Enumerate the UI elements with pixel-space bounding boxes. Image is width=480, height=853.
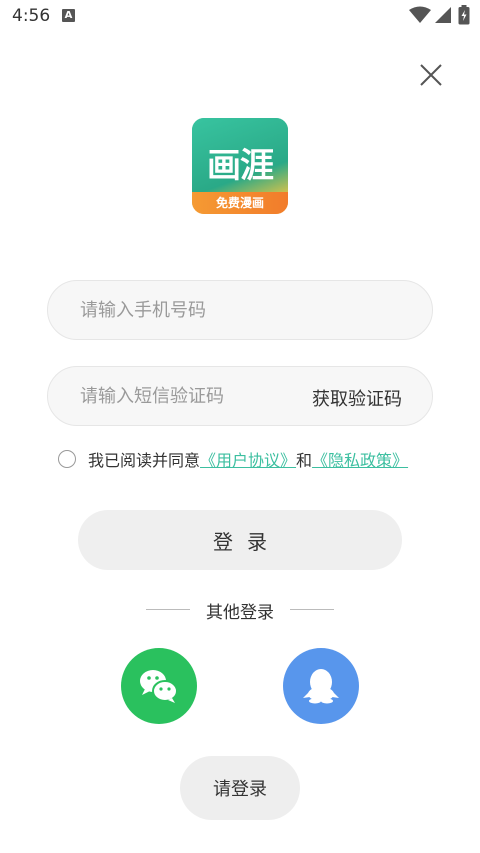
notification-a-icon: A [62, 9, 75, 22]
other-login-label: 其他登录 [206, 603, 274, 623]
sms-code-field: 获取验证码 [47, 366, 433, 426]
cell-signal-icon [435, 7, 451, 23]
qq-login-button[interactable] [283, 648, 359, 724]
agreement-checkbox[interactable] [58, 450, 76, 468]
app-logo: 画涯 免费漫画 [192, 118, 288, 214]
qq-icon [303, 669, 339, 704]
phone-input[interactable] [80, 281, 300, 339]
logo-title: 画涯 [207, 146, 274, 186]
phone-field [47, 280, 433, 340]
wechat-login-button[interactable] [121, 648, 197, 724]
login-screen: 4:56 A 画涯 免费漫画 获取验证码 我已阅读并同意 《用户协议》 和 《隐… [0, 0, 480, 853]
other-login-divider: 其他登录 [146, 598, 334, 623]
close-icon[interactable] [416, 60, 446, 90]
login-button[interactable]: 登录 [78, 510, 402, 570]
get-code-button[interactable]: 获取验证码 [312, 385, 402, 411]
divider-line-right [290, 609, 334, 610]
agreement-prefix: 我已阅读并同意 [88, 451, 201, 470]
agreement-conjunction: 和 [296, 451, 313, 470]
please-login-button[interactable]: 请登录 [180, 756, 300, 820]
privacy-policy-link[interactable]: 《隐私政策》 [312, 447, 408, 471]
user-agreement-link[interactable]: 《用户协议》 [200, 447, 296, 471]
battery-icon [458, 5, 470, 25]
logo-banner: 免费漫画 [192, 192, 288, 214]
wifi-icon [409, 6, 431, 23]
status-time: 4:56 [12, 6, 51, 26]
wechat-icon [140, 670, 178, 703]
sms-code-input[interactable] [80, 367, 300, 425]
status-bar: 4:56 A [0, 0, 480, 34]
agreement-row: 我已阅读并同意 《用户协议》 和 《隐私政策》 [58, 448, 408, 470]
